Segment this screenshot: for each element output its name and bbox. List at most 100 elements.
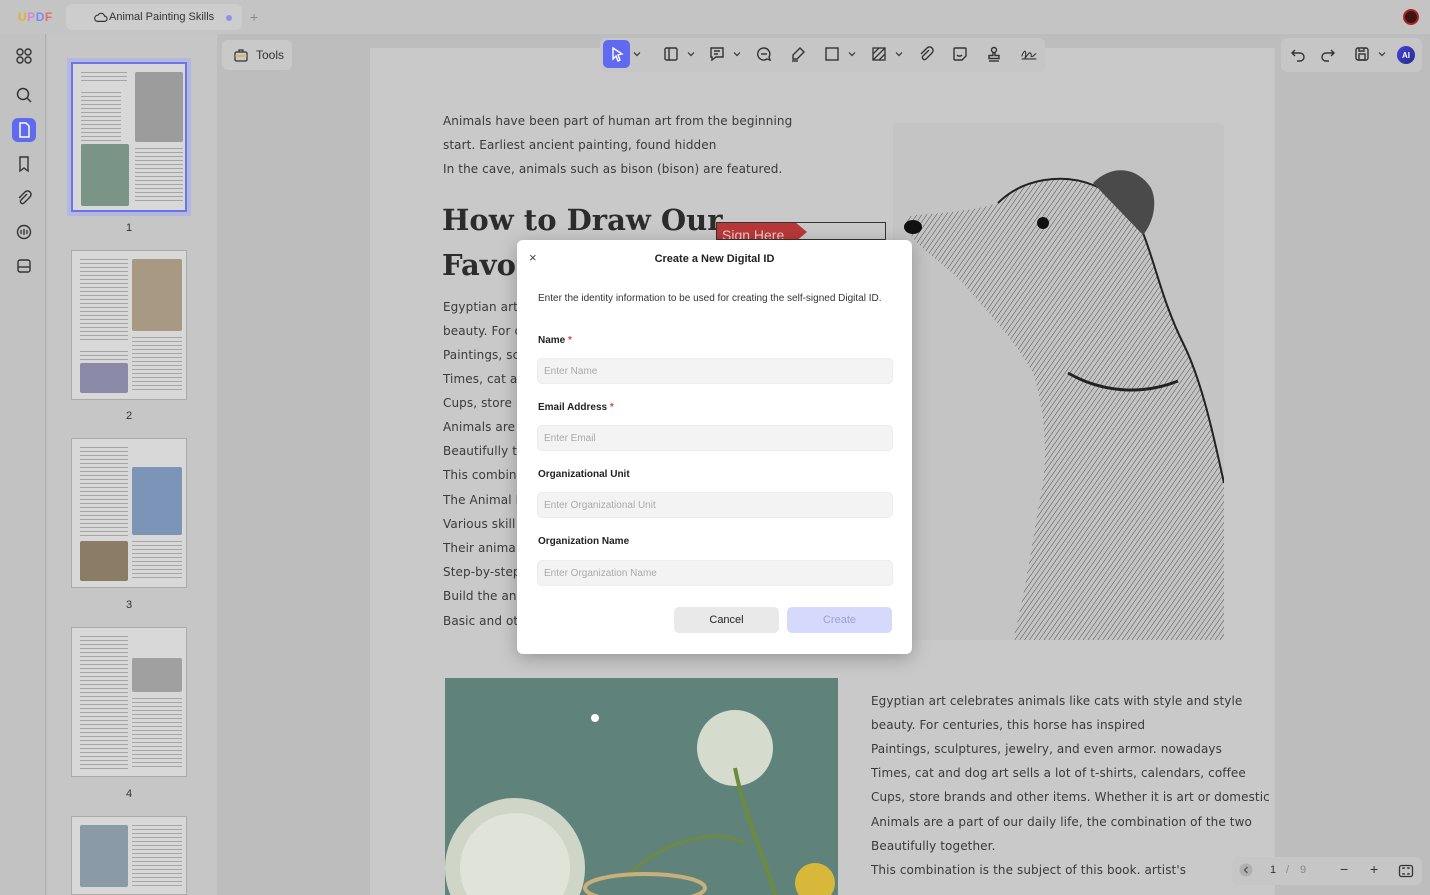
stamp-tool[interactable] <box>983 40 1005 68</box>
body-line: This combination is the subject of this … <box>871 863 1187 877</box>
required-mark: * <box>609 402 614 413</box>
thumbnail-number: 3 <box>125 599 133 611</box>
body-line: Animals are a part of our daily life, th… <box>871 815 1252 829</box>
chevron-down-icon[interactable] <box>848 50 856 58</box>
sticker-icon <box>953 47 967 61</box>
org-unit-field[interactable] <box>537 492 893 518</box>
dog-sketch-image <box>893 123 1224 640</box>
body-line: This combina <box>443 468 525 482</box>
chevron-down-icon[interactable] <box>733 50 741 58</box>
sticker-tool[interactable] <box>949 40 971 68</box>
title-bar: UPDF Animal Painting Skills + <box>0 0 1430 34</box>
page-heading-line-1: How to Draw Our <box>442 203 723 237</box>
thumbnail-number: 2 <box>125 410 133 422</box>
toolbox-icon <box>234 49 248 62</box>
fit-screen-icon[interactable] <box>1398 863 1414 879</box>
tools-button[interactable]: Tools <box>222 40 292 70</box>
total-pages: 9 <box>1300 864 1307 876</box>
stamp-icon <box>988 46 1000 62</box>
signature-tool[interactable] <box>1016 40 1042 68</box>
redo-button[interactable] <box>1317 40 1339 68</box>
body-line: Cups, store b <box>443 396 524 410</box>
body-line: Times, cat ar <box>443 372 523 386</box>
page-separator: / <box>1286 864 1290 876</box>
save-icon <box>1355 47 1369 61</box>
chat-bubble-icon <box>757 47 772 62</box>
thumbnail-number: 1 <box>125 222 133 234</box>
dialog-title: Create a New Digital ID <box>654 253 775 265</box>
zoom-out-button[interactable]: − <box>1340 861 1348 877</box>
chevron-down-icon[interactable] <box>895 50 903 58</box>
sign-here-label: Sign Here <box>722 227 785 240</box>
name-field[interactable] <box>537 358 893 384</box>
email-label: Email Address * <box>538 402 614 413</box>
cancel-button[interactable]: Cancel <box>674 607 779 633</box>
new-tab-button[interactable]: + <box>250 9 258 25</box>
create-digital-id-dialog: × Create a New Digital ID Enter the iden… <box>517 240 912 654</box>
highlight-tool[interactable] <box>787 40 809 68</box>
document-tab[interactable]: Animal Painting Skills <box>66 4 242 30</box>
thumbnail-page-1[interactable] <box>71 62 187 212</box>
sign-here-field[interactable]: Sign Here <box>716 222 886 240</box>
org-name-label: Organization Name <box>538 536 630 547</box>
pages-icon[interactable] <box>12 118 36 142</box>
save-button[interactable] <box>1351 40 1373 68</box>
undo-icon <box>1291 49 1305 62</box>
shape-tool[interactable] <box>821 40 843 68</box>
body-line: Basic and oth <box>443 614 526 628</box>
signature-icon <box>1021 50 1037 60</box>
paperclip-icon <box>920 46 934 61</box>
unsaved-dot <box>226 15 232 21</box>
attach-tool[interactable] <box>915 40 937 68</box>
create-button[interactable]: Create <box>787 607 892 633</box>
org-unit-label: Organizational Unit <box>538 469 630 480</box>
body-line: Egyptian art celebrates animals like cat… <box>871 694 1243 708</box>
body-line: Step-by-step <box>443 565 521 579</box>
body-line: Animals are a <box>443 420 527 434</box>
thumbnail-page-5[interactable] <box>71 816 187 895</box>
thumbnail-page-4[interactable] <box>71 627 187 777</box>
current-page[interactable]: 1 <box>1270 864 1276 876</box>
body-line: Times, cat and dog art sells a lot of t-… <box>871 766 1246 780</box>
email-field[interactable] <box>537 425 893 451</box>
intro-line: In the cave, animals such as bison (biso… <box>443 162 783 176</box>
user-avatar[interactable] <box>1403 9 1419 25</box>
undo-button[interactable] <box>1287 40 1309 68</box>
bookmark-icon[interactable] <box>12 152 36 176</box>
chevron-down-icon[interactable] <box>687 50 695 58</box>
left-rail <box>0 34 46 895</box>
thumbnail-page-2[interactable] <box>71 250 187 400</box>
hatch-area-icon <box>872 47 886 61</box>
chevron-down-icon[interactable] <box>633 50 641 58</box>
attachment-icon[interactable] <box>12 186 36 210</box>
body-line: beauty. For centuries, this horse has in… <box>871 718 1146 732</box>
text-box-icon <box>664 47 678 61</box>
thumbnail-number: 4 <box>125 788 133 800</box>
chevron-down-icon[interactable] <box>1378 50 1386 58</box>
search-icon[interactable] <box>12 83 36 107</box>
body-line: Egyptian art c <box>443 300 529 314</box>
chat-tool[interactable] <box>753 40 775 68</box>
text-box-tool[interactable] <box>660 40 682 68</box>
previous-page-icon[interactable] <box>1239 863 1253 877</box>
grid-icon[interactable] <box>12 44 36 68</box>
body-line: Paintings, sc <box>443 348 520 362</box>
tools-label: Tools <box>256 48 285 62</box>
redo-icon <box>1321 49 1335 62</box>
intro-line: start. Earliest ancient painting, found … <box>443 138 717 152</box>
ai-assistant-button[interactable]: AI <box>1397 46 1415 64</box>
app-logo: UPDF <box>18 10 53 24</box>
area-tool[interactable] <box>868 40 890 68</box>
cursor-icon <box>611 46 624 62</box>
thumbnail-page-3[interactable] <box>71 438 187 588</box>
body-line: The Animal D <box>443 493 525 507</box>
org-name-field[interactable] <box>537 560 893 586</box>
marker-icon <box>792 47 805 62</box>
body-line: Various skill <box>443 517 516 531</box>
form-icon[interactable] <box>12 254 36 278</box>
comment-tool[interactable] <box>706 40 728 68</box>
zoom-in-button[interactable]: + <box>1370 861 1378 877</box>
select-tool[interactable] <box>603 40 630 68</box>
intro-line: Animals have been part of human art from… <box>443 114 793 128</box>
comment-icon[interactable] <box>12 220 36 244</box>
